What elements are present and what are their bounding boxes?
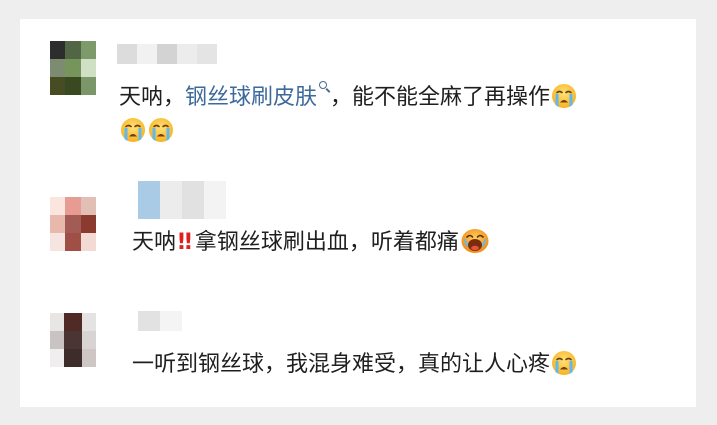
comment-text: 天呐‼ 拿钢丝球刷出血，听着都痛 [132,227,491,263]
avatar-mosaic-cell [65,233,81,251]
avatar-mosaic-cell [80,41,96,59]
comment-text-line2 [119,116,175,152]
avatar-mosaic-cell [50,41,66,59]
username-mosaic-cell [138,311,160,331]
avatar-mosaic-cell [82,349,96,367]
loudly-crying-emoji [551,350,577,385]
avatar-mosaic-cell [65,215,81,233]
comment-item: 一听到钢丝球，我混身难受，真的让人心疼 [20,299,696,407]
avatar-mosaic-cell [65,41,81,59]
comment-text: 一听到钢丝球，我混身难受，真的让人心疼 [132,349,578,385]
comment-text-pre: 天呐， [119,85,186,110]
avatar-mosaic-cell [64,313,82,331]
avatar-mosaic-cell [50,349,64,367]
avatar-mosaic-cell [50,59,66,77]
username[interactable] [138,311,182,331]
avatar-mosaic-cell [64,331,82,349]
avatar-mosaic-cell [50,331,64,349]
username-mosaic-cell [117,44,137,64]
avatar-mosaic-cell [65,197,81,215]
comment-text: 天呐，钢丝球刷皮肤 ，能不能全麻了再操作 [119,81,578,118]
search-icon [319,81,330,96]
comment-list: 天呐，钢丝球刷皮肤 ，能不能全麻了再操作 天呐‼ 拿钢丝球刷出血，听着都痛 一听到钢… [20,19,696,407]
avatar[interactable] [50,197,96,251]
avatar-mosaic-cell [80,77,96,95]
avatar-mosaic-cell [50,313,64,331]
avatar-mosaic-cell [80,197,96,215]
username-mosaic-cell [177,44,197,64]
comment-text-pre: 天呐 [132,230,177,255]
comment-item: 天呐‼ 拿钢丝球刷出血，听着都痛 [20,169,696,289]
avatar-mosaic-cell [65,77,81,95]
avatar-mosaic-cell [82,313,96,331]
username-mosaic-cell [137,44,157,64]
crying-face-emoji [460,228,490,263]
avatar[interactable] [50,41,96,95]
username[interactable] [117,44,217,64]
avatar[interactable] [50,313,96,367]
avatar-mosaic-cell [80,233,96,251]
username-mosaic-cell [160,311,182,331]
avatar-mosaic-cell [82,331,96,349]
username-mosaic-cell [204,181,226,219]
username-mosaic-cell [157,44,177,64]
username-mosaic-cell [197,44,217,64]
loudly-crying-emoji [148,117,174,152]
username-mosaic-cell [160,181,182,219]
comment-item: 天呐，钢丝球刷皮肤 ，能不能全麻了再操作 [20,19,696,149]
avatar-mosaic-cell [80,59,96,77]
username[interactable] [138,181,226,219]
loudly-crying-emoji [120,117,146,152]
avatar-mosaic-cell [80,215,96,233]
avatar-mosaic-cell [50,197,66,215]
comment-text-body: 一听到钢丝球，我混身难受，真的让人心疼 [132,352,551,377]
search-link[interactable]: 钢丝球刷皮肤 [185,81,330,110]
avatar-mosaic-cell [50,233,66,251]
username-mosaic-cell [138,181,160,219]
avatar-mosaic-cell [65,59,81,77]
comment-text-post: ，能不能全麻了再操作 [330,85,551,110]
double-exclamation-icon: ‼ [178,230,192,255]
avatar-mosaic-cell [64,349,82,367]
search-link-label: 钢丝球刷皮肤 [185,85,318,110]
comment-text-post: 拿钢丝球刷出血，听着都痛 [194,230,459,255]
username-mosaic-cell [182,181,204,219]
avatar-mosaic-cell [50,215,66,233]
avatar-mosaic-cell [50,77,66,95]
loudly-crying-emoji [551,83,577,118]
